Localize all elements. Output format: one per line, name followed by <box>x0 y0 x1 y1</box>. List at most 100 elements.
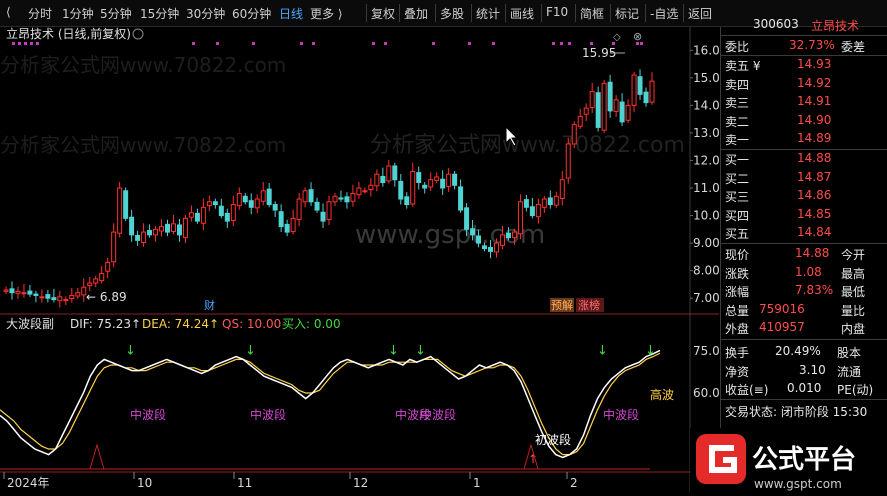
candle-body <box>589 91 595 109</box>
candle-body <box>308 189 314 203</box>
toolbar-separator <box>610 4 611 22</box>
toolbar-button-9[interactable]: 返回 <box>688 5 712 22</box>
candle-body <box>141 231 147 244</box>
stat-value: 410957 <box>759 320 805 334</box>
candle-body <box>111 231 117 263</box>
toolbar-button-1[interactable]: 叠加 <box>404 5 428 22</box>
candle-body <box>57 296 63 302</box>
ask-price: 14.90 <box>797 112 832 127</box>
candle-body <box>99 272 105 282</box>
candle-body <box>547 197 553 206</box>
toolbar-button-5[interactable]: F10 <box>546 5 568 19</box>
period-6[interactable]: 日线 <box>279 5 303 22</box>
period-4[interactable]: 30分钟 <box>186 5 225 22</box>
candle-body <box>69 294 75 300</box>
time-axis-label: 1 <box>473 476 481 490</box>
badge-zhangbang: 涨榜 <box>578 298 600 312</box>
toolbar-separator <box>683 4 684 22</box>
candle-body <box>45 294 51 299</box>
toolbar-button-8[interactable]: -自选 <box>650 5 678 22</box>
stat2-value: 3.10 <box>799 362 826 377</box>
candle-body <box>601 82 607 131</box>
chart-svg[interactable]: 立昂技术 (日线,前复权) ⊗◇www.gspt.com分析家公式网www.708… <box>0 27 719 493</box>
weibi-label: 委比 <box>725 40 750 54</box>
trade-status: 交易状态: 闭市阶段 15:30 <box>725 405 868 419</box>
candle-body <box>380 175 386 184</box>
bid-row: 买五 14.84 <box>721 224 887 242</box>
wave-tag-4: 中波段 <box>603 407 639 422</box>
wave-tag-3: 中波段 <box>420 407 456 422</box>
candle-body <box>499 234 505 246</box>
period-7[interactable]: 更多 ⟩ <box>310 5 343 22</box>
candle-body <box>625 104 631 121</box>
candle-body <box>434 176 440 181</box>
period-0[interactable]: 分时 <box>28 5 52 22</box>
period-5[interactable]: 60分钟 <box>232 5 271 22</box>
divider <box>721 399 887 400</box>
stock-code: 300603 <box>753 17 799 31</box>
stat-label2: 最低 <box>841 285 866 299</box>
candle-body <box>320 211 326 222</box>
toolbar-button-3[interactable]: 统计 <box>476 5 500 22</box>
back-chevron-icon[interactable]: ⟨ <box>6 5 11 19</box>
signal-dot <box>552 42 555 45</box>
stat-value: 7.83% <box>795 283 834 297</box>
toolbar-button-2[interactable]: 多股 <box>440 5 464 22</box>
stat-label: 涨幅 <box>725 285 750 299</box>
stat2-row: 收益(≡) 0.010 PE(动) <box>721 380 887 398</box>
candle-body <box>523 199 529 208</box>
ask-label: 卖四 <box>725 77 750 92</box>
price-axis-label: 13.00 <box>693 126 719 140</box>
signal-dot <box>18 42 21 45</box>
toolbar-separator <box>471 4 472 22</box>
period-1[interactable]: 1分钟 <box>62 5 94 22</box>
candle-body <box>374 173 380 187</box>
toolbar-button-6[interactable]: 简框 <box>580 5 604 22</box>
bid-price: 14.88 <box>797 151 832 165</box>
toolbar-button-4[interactable]: 画线 <box>510 5 534 22</box>
divider <box>721 339 887 340</box>
candle-body <box>440 178 446 189</box>
candle-body <box>613 99 619 112</box>
period-2[interactable]: 5分钟 <box>100 5 132 22</box>
candle-body <box>212 201 218 206</box>
buy-arrow-icon: ↓ <box>245 344 256 359</box>
ask-label: 卖五 ¥ <box>725 59 761 73</box>
stat-label: 外盘 <box>725 322 750 336</box>
bid-price: 14.87 <box>797 169 832 184</box>
title-dropdown-icon <box>132 28 144 40</box>
kline-chart-area[interactable]: 立昂技术 (日线,前复权) ⊗ ◇ www.gspt.com 分析家公式网www.708… <box>0 27 719 493</box>
ask-row: 卖二 14.90 <box>721 112 887 130</box>
toolbar-button-0[interactable]: 复权 <box>371 5 395 22</box>
candle-body <box>170 223 176 233</box>
candle-body <box>194 212 200 222</box>
time-axis-label: 11 <box>237 476 252 490</box>
bid-label: 买一 <box>725 153 750 167</box>
qs-spike <box>89 443 105 470</box>
signal-dot <box>590 42 593 45</box>
candle-body <box>266 188 272 206</box>
candle-body <box>517 201 523 235</box>
candle-body <box>541 198 547 208</box>
candle-body <box>123 190 129 219</box>
weibi-row: 委比 32.73% 委差 <box>721 37 887 55</box>
signal-dot <box>612 42 615 45</box>
candle-body <box>248 200 254 208</box>
candle-body <box>278 211 284 228</box>
signal-dot <box>636 42 639 45</box>
candle-body <box>87 282 93 287</box>
candle-body <box>553 195 559 206</box>
signal-dot <box>372 42 375 45</box>
toolbar-button-7[interactable]: 标记 <box>615 5 639 22</box>
candle-body <box>290 217 296 233</box>
bid-label: 买三 <box>725 190 750 204</box>
signal-dot <box>30 42 33 45</box>
watermark: 分析家公式网www.70822.com <box>0 133 286 157</box>
candle-body <box>51 297 57 301</box>
candle-body <box>260 190 266 202</box>
candle-body <box>236 193 242 207</box>
price-axis-label: 15.00 <box>693 71 719 85</box>
period-3[interactable]: 15分钟 <box>140 5 179 22</box>
candle-body <box>422 184 428 189</box>
candle-body <box>428 179 434 188</box>
